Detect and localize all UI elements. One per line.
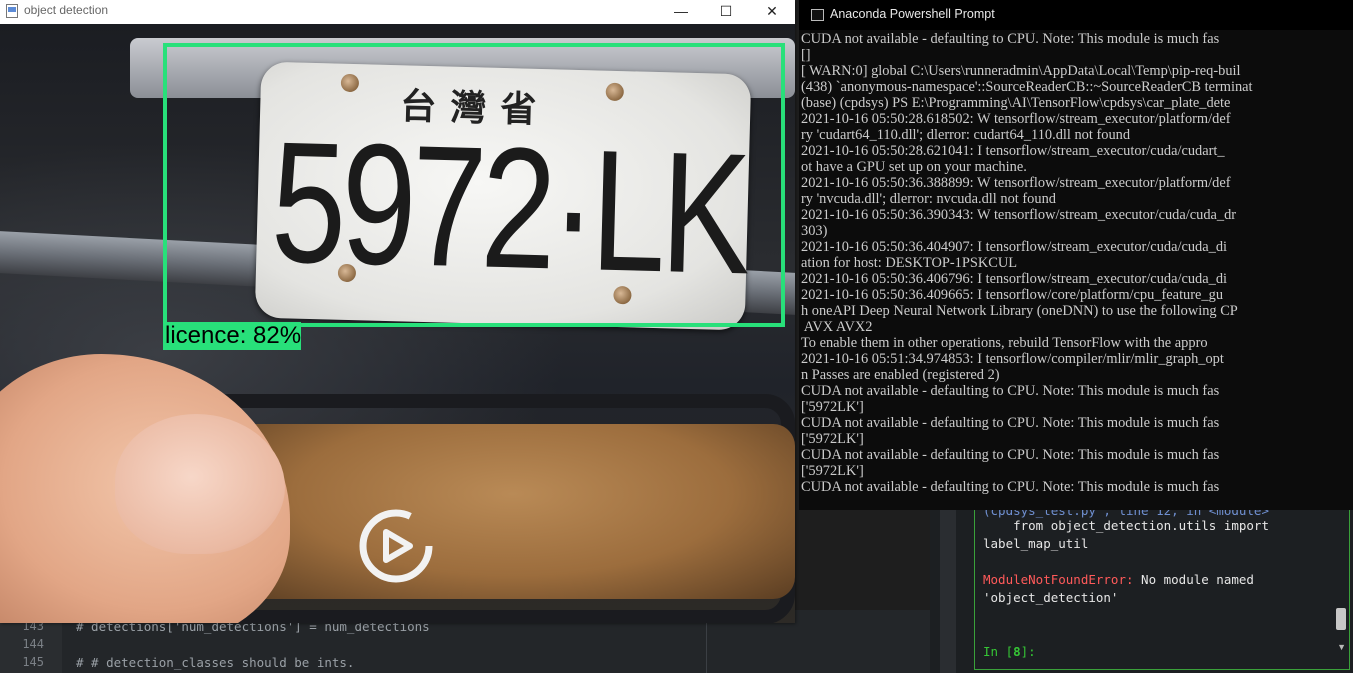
terminal-line: 2021-10-16 05:51:34.974853: I tensorflow…: [801, 351, 1224, 367]
prompt-number: 8: [1013, 644, 1021, 659]
terminal-line: 2021-10-16 05:50:28.621041: I tensorflow…: [801, 143, 1225, 159]
terminal-line: ['5972LK']: [801, 399, 864, 415]
terminal-line: CUDA not available - defaulting to CPU. …: [801, 415, 1220, 431]
terminal-line: AVX AVX2: [801, 319, 873, 335]
terminal-line: 2021-10-16 05:50:36.409665: I tensorflow…: [801, 287, 1224, 303]
terminal-line: ry 'cudart64_110.dll'; dlerror: cudart64…: [801, 127, 1131, 143]
error-type: ModuleNotFoundError:: [983, 572, 1134, 587]
terminal-line: 2021-10-16 05:50:36.406796: I tensorflow…: [801, 271, 1228, 287]
app-window-icon: [6, 4, 18, 18]
terminal-line: n Passes are enabled (registered 2): [801, 367, 1000, 383]
terminal-line: (base) (cpdsys) PS E:\Programming\AI\Ten…: [801, 95, 1231, 111]
traceback-code-line: from object_detection.utils import: [983, 518, 1269, 533]
terminal-line: ation for host: DESKTOP-1PSKCUL: [801, 255, 1018, 271]
object-detection-window[interactable]: object detection — ☐ ✕ 台灣省 5972·LK licen…: [0, 0, 795, 623]
terminal-line: 303): [801, 223, 828, 239]
terminal-line: h oneAPI Deep Neural Network Library (on…: [801, 303, 1238, 319]
terminal-line: CUDA not available - defaulting to CPU. …: [801, 479, 1220, 495]
close-button[interactable]: ✕: [749, 0, 795, 24]
console-side-strip: [940, 510, 956, 673]
ipython-console[interactable]: (cpdsys_test.py", line 12, in <module> f…: [974, 503, 1350, 670]
prompt-label: In [: [983, 644, 1014, 659]
line-number: 144: [22, 637, 44, 651]
anaconda-prompt-window[interactable]: Anaconda Powershell Prompt CUDA not avai…: [799, 0, 1353, 510]
terminal-titlebar[interactable]: Anaconda Powershell Prompt: [799, 0, 1353, 30]
window-titlebar[interactable]: object detection — ☐ ✕: [0, 0, 795, 24]
terminal-output[interactable]: CUDA not available - defaulting to CPU. …: [801, 31, 1353, 495]
error-message-2: 'object_detection': [983, 590, 1119, 605]
maximize-button[interactable]: ☐: [703, 0, 749, 24]
line-number: 145: [22, 655, 44, 669]
terminal-line: ['5972LK']: [801, 431, 864, 447]
error-message: No module named: [1133, 572, 1254, 587]
terminal-line: 2021-10-16 05:50:36.404907: I tensorflow…: [801, 239, 1228, 255]
terminal-line: (438) `anonymous-namespace'::SourceReade…: [801, 79, 1253, 95]
terminal-line: 2021-10-16 05:50:36.388899: W tensorflow…: [801, 175, 1231, 191]
terminal-line: CUDA not available - defaulting to CPU. …: [801, 31, 1220, 47]
minimize-button[interactable]: —: [658, 0, 704, 24]
terminal-line: []: [801, 47, 811, 63]
code-line[interactable]: # # detection_classes should be ints.: [76, 655, 354, 670]
terminal-line: [ WARN:0] global C:\Users\runneradmin\Ap…: [801, 63, 1241, 79]
terminal-line: ry 'nvcuda.dll'; dlerror: nvcuda.dll not…: [801, 191, 1056, 207]
terminal-line: To enable them in other operations, rebu…: [801, 335, 1208, 351]
fingernail: [115, 414, 285, 554]
prompt-end: ]:: [1020, 644, 1036, 659]
terminal-line: 2021-10-16 05:50:28.618502: W tensorflow…: [801, 111, 1231, 127]
elgato-logo-icon: [359, 509, 433, 583]
error-line: ModuleNotFoundError: No module named: [983, 572, 1254, 587]
scroll-down-arrow-icon[interactable]: ▼: [1337, 642, 1346, 652]
camera-frame: 台灣省 5972·LK licence: 82%: [0, 24, 795, 623]
input-prompt[interactable]: In [8]:: [983, 644, 1036, 659]
terminal-line: ot have a GPU set up on your machine.: [801, 159, 1027, 175]
leather-surface: [230, 424, 795, 599]
terminal-icon: [811, 9, 824, 21]
terminal-line: ['5972LK']: [801, 463, 864, 479]
detection-bounding-box: [163, 43, 785, 327]
terminal-line: CUDA not available - defaulting to CPU. …: [801, 383, 1220, 399]
terminal-title: Anaconda Powershell Prompt: [830, 7, 995, 21]
terminal-line: 2021-10-16 05:50:36.390343: W tensorflow…: [801, 207, 1237, 223]
detection-label: licence: 82%: [163, 322, 302, 350]
window-title: object detection: [24, 3, 109, 17]
terminal-line: CUDA not available - defaulting to CPU. …: [801, 447, 1220, 463]
traceback-code: from object_detection.utils import: [983, 518, 1269, 533]
traceback-code-line-2: label_map_util: [983, 536, 1089, 551]
console-scrollbar-thumb[interactable]: [1336, 608, 1346, 630]
